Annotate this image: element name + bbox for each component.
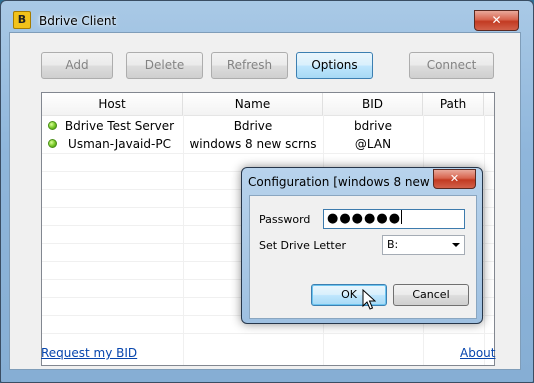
options-button[interactable]: Options xyxy=(296,52,373,79)
close-dialog-button[interactable]: ✕ xyxy=(433,169,476,189)
title-bar[interactable]: B Bdrive Client ✕ xyxy=(1,1,533,31)
about-link[interactable]: About xyxy=(460,346,495,360)
password-label: Password xyxy=(259,213,311,226)
row-divider xyxy=(42,153,494,154)
drive-letter-label: Set Drive Letter xyxy=(259,239,347,252)
path-cell xyxy=(423,135,484,153)
column-header-path[interactable]: Path xyxy=(423,93,484,115)
chevron-down-icon[interactable] xyxy=(452,243,460,247)
row-divider xyxy=(42,333,494,334)
path-cell xyxy=(423,117,484,135)
delete-button[interactable]: Delete xyxy=(126,52,203,79)
request-bid-link[interactable]: Request my BID xyxy=(41,346,137,360)
name-cell: windows 8 new scrns xyxy=(189,137,317,151)
connect-button[interactable]: Connect xyxy=(409,52,494,79)
column-header-name[interactable]: Name xyxy=(183,93,323,115)
host-cell: Bdrive Test Server xyxy=(64,119,175,133)
cancel-button[interactable]: Cancel xyxy=(393,284,469,306)
table-row[interactable]: Usman-Javaid-PC windows 8 new scrns @LAN xyxy=(42,135,494,153)
drive-letter-select[interactable]: B: xyxy=(382,235,465,255)
mouse-pointer-icon xyxy=(362,289,376,310)
host-cell: Usman-Javaid-PC xyxy=(68,137,171,151)
dialog-title[interactable]: Configuration [windows 8 new s... xyxy=(248,175,451,189)
table-row[interactable]: Bdrive Test Server Bdrive bdrive xyxy=(42,117,494,135)
window-title: Bdrive Client xyxy=(39,14,117,28)
close-window-button[interactable]: ✕ xyxy=(474,10,519,31)
drive-letter-value: B: xyxy=(387,238,399,251)
bid-cell: bdrive xyxy=(354,119,392,133)
list-header: Host Name BID Path xyxy=(42,93,494,116)
text-caret xyxy=(401,210,403,224)
password-value: ●●●●●● xyxy=(327,211,402,226)
bid-cell: @LAN xyxy=(354,137,392,151)
password-field[interactable]: ●●●●●● xyxy=(323,209,465,229)
column-header-host[interactable]: Host xyxy=(42,93,183,115)
add-button[interactable]: Add xyxy=(41,52,113,79)
app-logo-icon: B xyxy=(13,11,31,29)
refresh-button[interactable]: Refresh xyxy=(211,52,288,79)
column-header-bid[interactable]: BID xyxy=(323,93,423,115)
name-cell: Bdrive xyxy=(233,119,273,133)
